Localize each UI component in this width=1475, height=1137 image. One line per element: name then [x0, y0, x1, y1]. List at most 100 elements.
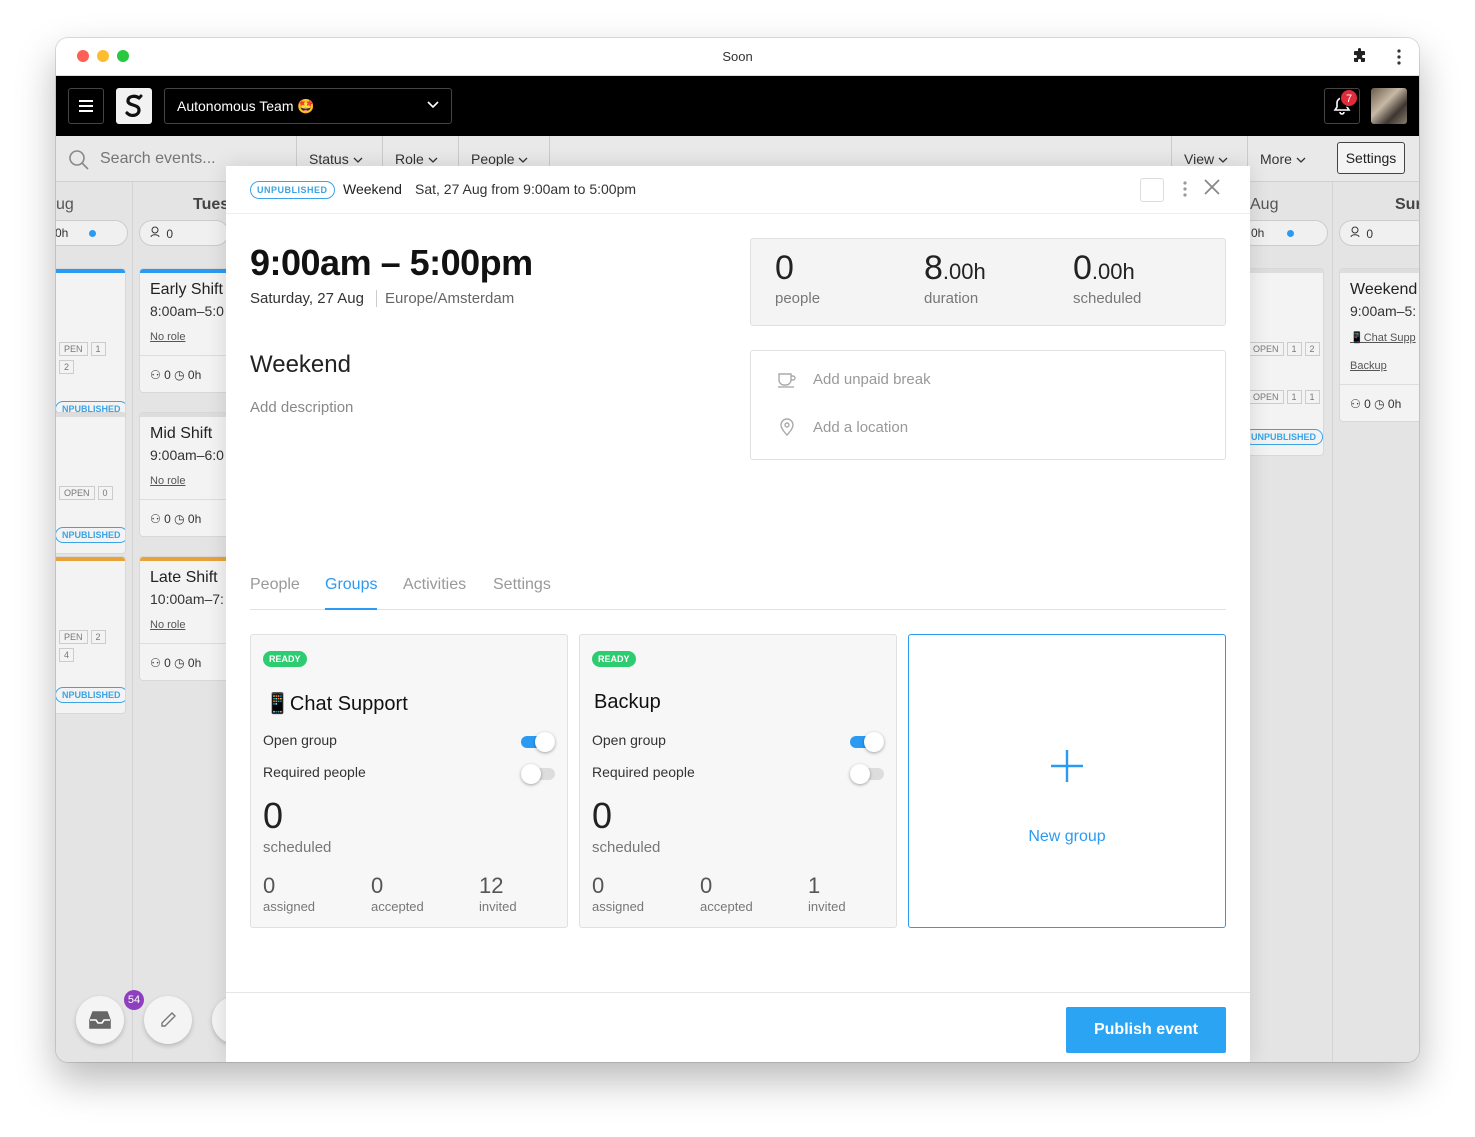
day-column-right: Aug 0h OPEN 1 2 OPEN 1 1 UNPUBLISHED: [1240, 182, 1333, 1062]
edit-button[interactable]: [144, 996, 192, 1044]
day-summary-pill[interactable]: 0h: [56, 220, 128, 246]
event-card[interactable]: OPEN 0 NPUBLISHED: [56, 412, 126, 554]
count-tag: 1: [1304, 390, 1320, 404]
event-role: No role: [150, 475, 186, 487]
team-selector[interactable]: Autonomous Team 🤩: [164, 88, 452, 124]
app-logo[interactable]: [116, 88, 152, 124]
add-location-label: Add a location: [813, 418, 909, 436]
event-hours: 0h: [1387, 397, 1402, 411]
event-card[interactable]: PEN 2 4 NPUBLISHED: [56, 556, 126, 714]
team-name: Autonomous Team 🤩: [177, 98, 315, 114]
hamburger-icon: [79, 100, 93, 112]
menu-button[interactable]: [68, 88, 104, 124]
more-button[interactable]: More: [1247, 136, 1329, 182]
inbox-button[interactable]: 54: [76, 990, 144, 1044]
event-card-early-shift[interactable]: Early Shift 8:00am–5:0 No role ⚇ 0 ◷ 0h: [139, 268, 233, 393]
group-card-chat-support[interactable]: READY 📱Chat Support Open group Required …: [250, 634, 568, 928]
event-card-mid-shift[interactable]: Mid Shift 9:00am–6:0 No role ⚇ 0 ◷ 0h: [139, 412, 233, 537]
required-people-toggle[interactable]: [850, 764, 884, 784]
add-break-label: Add unpaid break: [813, 371, 931, 388]
required-people-toggle[interactable]: [521, 764, 555, 784]
accepted-label: accepted: [700, 899, 753, 914]
event-card-late-shift[interactable]: Late Shift 10:00am–7: No role ⚇ 0 ◷ 0h: [139, 556, 233, 681]
tab-groups[interactable]: Groups: [325, 574, 378, 610]
add-location-row[interactable]: Add a location: [777, 417, 908, 437]
invited-label: invited: [479, 899, 517, 914]
event-hours: 0h: [187, 368, 202, 382]
stat-scheduled-dec: .00h: [1091, 259, 1135, 284]
open-group-toggle[interactable]: [521, 732, 555, 752]
day-summary-pill[interactable]: 0: [1339, 220, 1419, 246]
assigned-value: 0: [592, 873, 605, 898]
new-group-button[interactable]: New group: [908, 634, 1226, 928]
event-people: 0: [1364, 397, 1371, 411]
location-pin-icon: [780, 418, 794, 436]
event-card[interactable]: PEN 12 NPUBLISHED: [56, 268, 126, 428]
event-hours: 0h: [187, 512, 202, 526]
header-event-name: Weekend: [343, 181, 402, 197]
event-footer: ⚇ 0 ◷ 0h: [140, 499, 233, 536]
stat-scheduled: 0.00h scheduled: [1073, 249, 1141, 307]
open-tag: OPEN: [1248, 390, 1284, 404]
day-summary-pill[interactable]: 0h: [1240, 220, 1328, 246]
day-header: Sur: [1395, 196, 1419, 213]
chevron-down-icon: [428, 157, 438, 163]
event-description[interactable]: Add description: [250, 399, 353, 416]
event-group: Backup: [1350, 360, 1387, 372]
event-card[interactable]: OPEN 1 2 OPEN 1 1 UNPUBLISHED: [1240, 268, 1324, 456]
people-icon: [150, 226, 160, 238]
event-time-range[interactable]: 9:00am – 5:00pm: [250, 242, 533, 284]
close-icon[interactable]: [1203, 178, 1221, 196]
accepted-stat: 0 accepted: [700, 873, 753, 914]
open-tag: OPEN: [59, 486, 95, 500]
group-name: Backup: [594, 691, 661, 713]
open-tag: PEN: [59, 342, 88, 356]
status-badge: UNPUBLISHED: [250, 181, 335, 199]
group-card-backup[interactable]: READY Backup Open group Required people …: [579, 634, 897, 928]
status-badge: NPUBLISHED: [56, 687, 125, 703]
add-break-row[interactable]: Add unpaid break: [777, 371, 931, 388]
puzzle-icon[interactable]: [1352, 48, 1368, 64]
tab-activities[interactable]: Activities: [403, 574, 466, 610]
header-event-when: Sat, 27 Aug from 9:00am to 5:00pm: [415, 181, 637, 197]
accepted-value: 0: [700, 873, 713, 898]
browser-menu-icon[interactable]: [1394, 47, 1404, 67]
tab-settings[interactable]: Settings: [493, 574, 551, 610]
modal-tabs: People Groups Activities Settings: [250, 574, 1226, 610]
notifications-badge: 7: [1340, 89, 1358, 107]
app-top-bar: Autonomous Team 🤩: [56, 76, 1419, 136]
scheduled-label: scheduled: [263, 839, 332, 856]
group-name: 📱Chat Support: [265, 693, 408, 715]
open-group-toggle[interactable]: [850, 732, 884, 752]
pill-people: 0: [1366, 227, 1374, 241]
accepted-label: accepted: [371, 899, 424, 914]
select-checkbox[interactable]: [1140, 178, 1164, 202]
publish-event-button[interactable]: Publish event: [1066, 1007, 1226, 1053]
day-header: Aug: [1250, 196, 1279, 213]
modal-header: UNPUBLISHED Weekend Sat, 27 Aug from 9:0…: [226, 166, 1250, 214]
event-date[interactable]: Saturday, 27 Aug: [250, 290, 364, 307]
event-timezone[interactable]: Europe/Amsterdam: [376, 290, 514, 307]
chevron-down-icon: [519, 157, 528, 163]
count-tag: 2: [1304, 342, 1320, 356]
event-footer: ⚇ 0 ◷ 0h: [1340, 384, 1419, 421]
day-summary-pill[interactable]: 0: [139, 220, 229, 246]
event-title[interactable]: Weekend: [250, 351, 351, 379]
stat-people: 0 people: [775, 249, 820, 307]
tab-people[interactable]: People: [250, 574, 300, 610]
event-role: No role: [150, 619, 186, 631]
event-card-weekend[interactable]: Weekend 9:00am–5: 📱Chat Supp Backup ⚇ 0 ◷ 0h: [1339, 268, 1419, 422]
user-avatar[interactable]: [1371, 88, 1407, 124]
day-column-left: ug 0h PEN 12 NPUBLISHED OPEN 0 NPUBLISHED PE…: [56, 182, 133, 1062]
more-label: More: [1260, 151, 1292, 167]
stat-duration-int: 8: [924, 249, 943, 287]
open-group-label: Open group: [592, 732, 666, 748]
settings-button[interactable]: Settings: [1337, 142, 1405, 174]
status-filter-label: Status: [309, 151, 349, 167]
more-options-icon[interactable]: [1182, 179, 1188, 199]
event-group: 📱Chat Supp: [1350, 332, 1416, 344]
scheduled-count: 0: [592, 795, 613, 836]
view-label: View: [1184, 151, 1215, 167]
event-time: 10:00am–7:: [150, 591, 224, 607]
day-header: Tues: [193, 196, 230, 213]
